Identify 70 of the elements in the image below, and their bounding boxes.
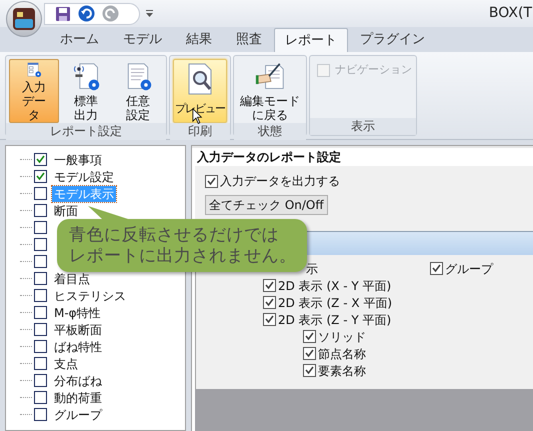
checkbox[interactable] [34, 357, 47, 370]
ribbon-button[interactable]: 標準出力 [61, 59, 111, 123]
checkbox[interactable] [263, 296, 276, 309]
ribbon-button[interactable]: 編集モードに戻る [237, 59, 303, 123]
checkbox[interactable] [34, 289, 47, 302]
ribbon-tab[interactable]: ホーム [48, 28, 111, 52]
tree-item[interactable]: 着目点 [52, 270, 92, 286]
checkbox-label: ナビゲーション [335, 62, 412, 78]
callout-text: レポートに出力されません。 [69, 246, 298, 266]
tree-item[interactable]: 一般事項 [52, 152, 104, 168]
checkbox-label: 2D 表示 (Z - X 平面) [278, 294, 392, 312]
tree-item[interactable]: モデル設定 [52, 168, 116, 184]
checkbox[interactable] [303, 330, 316, 343]
checkbox-label: 2D 表示 (X - Y 平面) [278, 278, 392, 294]
app-logo-icon[interactable] [6, 0, 42, 36]
ribbon-tab[interactable]: モデル [111, 28, 174, 52]
checkbox-label: 節点名称 [318, 346, 366, 362]
checkbox[interactable] [205, 174, 218, 188]
checkbox[interactable] [34, 391, 47, 404]
group-label: 状態 [234, 123, 306, 140]
checkbox[interactable] [34, 408, 47, 421]
checkbox[interactable] [34, 272, 47, 285]
checkbox[interactable] [34, 238, 47, 251]
ribbon-tab[interactable]: レポート [274, 28, 348, 52]
checkbox[interactable] [34, 323, 47, 336]
checkbox[interactable] [34, 187, 47, 200]
checkbox[interactable] [34, 306, 47, 319]
dropdown-icon[interactable] [146, 10, 153, 18]
checkbox[interactable] [34, 204, 47, 217]
tree-item[interactable]: 動的荷重 [52, 390, 104, 406]
save-icon[interactable] [55, 6, 71, 22]
checkbox[interactable] [263, 279, 276, 292]
option-label: 示 [306, 260, 318, 278]
ribbon-tab[interactable]: 照査 [224, 28, 274, 52]
window-title: BOX(T [488, 4, 532, 23]
panel-title: 入力データのレポート設定 [196, 149, 342, 166]
tree-item[interactable]: ばね特性 [52, 338, 104, 354]
checkbox-label: 要素名称 [318, 362, 366, 380]
tree-item[interactable]: 断面 [52, 202, 80, 218]
checkbox-label: ソリッド [318, 328, 366, 346]
tree-item[interactable]: M-φ特性 [52, 304, 103, 320]
undo-icon[interactable] [78, 5, 95, 22]
checkbox[interactable] [34, 255, 47, 268]
checkbox[interactable] [430, 262, 443, 275]
checkbox[interactable] [34, 153, 47, 166]
checkbox[interactable] [34, 340, 47, 353]
checkbox[interactable] [303, 364, 316, 377]
group-label: レポート設定 [6, 123, 166, 140]
group-label: 表示 [310, 118, 416, 135]
checkbox[interactable] [263, 313, 276, 326]
checkbox[interactable] [34, 170, 47, 183]
tree-item[interactable]: ヒステリシス [52, 288, 128, 304]
checkbox-label: 入力データを出力する [220, 173, 340, 190]
checkbox-label: 2D 表示 (Z - Y 平面) [278, 312, 392, 328]
checkbox[interactable] [34, 221, 47, 234]
checkbox-label: グループ [445, 260, 493, 278]
checkbox[interactable] [34, 374, 47, 387]
checkbox[interactable] [303, 347, 316, 360]
ribbon-button[interactable]: 任意設定 [113, 59, 163, 123]
ribbon-tab[interactable]: 結果 [174, 28, 224, 52]
tree-item[interactable]: 支点 [52, 356, 80, 372]
ribbon-button[interactable]: 入力データ [9, 59, 59, 123]
tree-item[interactable]: 分布ばね [52, 372, 104, 388]
tree-item[interactable]: 平板断面 [52, 322, 104, 338]
ribbon-tab[interactable]: プラグイン [348, 28, 437, 52]
group-label: 印刷 [170, 123, 230, 140]
check-all-button[interactable]: 全てチェック On/Off [205, 195, 328, 215]
tree-item[interactable]: グループ [52, 406, 104, 422]
callout-text: 青色に反転させるだけでは [69, 224, 280, 246]
ribbon-button[interactable]: プレビュー [173, 59, 227, 123]
